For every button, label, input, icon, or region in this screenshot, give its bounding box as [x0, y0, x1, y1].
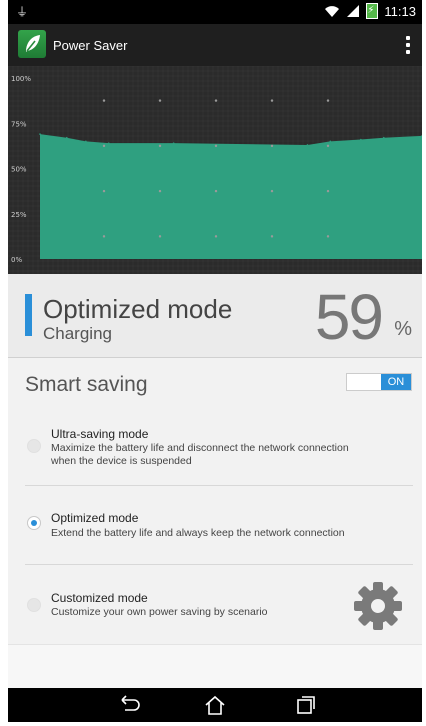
current-mode-panel: Optimized mode Charging 59 %	[8, 274, 422, 358]
battery-data-point	[383, 136, 385, 139]
grid-dot	[214, 235, 218, 238]
grid-dot	[102, 144, 106, 148]
percent-sign: %	[394, 318, 412, 340]
grid-dot	[158, 235, 162, 238]
battery-percent: 59	[314, 281, 384, 353]
smart-saving-toggle[interactable]: ON	[346, 373, 412, 391]
option-desc: Extend the battery life and always keep …	[51, 527, 345, 539]
y-tick-label: 0%	[11, 256, 22, 264]
app-title: Power Saver	[53, 38, 128, 53]
battery-data-point	[329, 140, 332, 143]
smart-saving-label: Smart saving	[25, 373, 148, 396]
option-title: Ultra-saving mode	[51, 427, 149, 441]
wifi-icon	[325, 6, 340, 17]
battery-data-point	[85, 140, 87, 143]
y-tick-label: 100%	[11, 75, 31, 83]
grid-dot	[158, 99, 162, 102]
chart-svg: 100% 75% 50% 25% 0%	[8, 66, 422, 274]
option-desc: Customize your own power saving by scena…	[51, 606, 268, 618]
home-icon[interactable]	[203, 694, 227, 716]
grid-dot	[102, 235, 106, 238]
battery-data-point	[172, 142, 175, 144]
option-desc: Maximize the battery life and disconnect…	[51, 442, 349, 467]
recents-icon[interactable]	[294, 694, 318, 716]
y-tick-label: 25%	[11, 211, 27, 219]
grid-dot	[326, 144, 330, 148]
signal-icon	[347, 5, 360, 17]
grid-dot	[270, 144, 274, 148]
app-frame: ⏚ 11:13 Power Saver 100% 75% 50% 25% 0%	[8, 0, 422, 722]
leaf-app-icon	[18, 30, 46, 58]
toggle-on-label: ON	[381, 374, 411, 390]
bottom-spacer	[8, 644, 422, 688]
mode-accent-bar	[25, 294, 32, 336]
grid-dot	[102, 99, 106, 102]
grid-dot	[214, 99, 218, 102]
gear-icon[interactable]	[352, 580, 404, 632]
grid-dot	[158, 144, 162, 148]
grid-dot	[270, 235, 274, 238]
grid-dot	[326, 189, 330, 193]
more-vert-icon[interactable]	[402, 34, 414, 56]
option-title: Optimized mode	[51, 511, 139, 525]
grid-dot	[270, 99, 274, 102]
option-ultra-saving[interactable]: Ultra-saving mode Maximize the battery l…	[8, 411, 422, 485]
app-bar: Power Saver	[8, 24, 422, 66]
battery-area-series	[40, 134, 422, 259]
grid-dot	[102, 189, 106, 193]
back-icon[interactable]	[116, 694, 140, 716]
battery-charging-icon	[366, 3, 379, 19]
grid-dot	[214, 144, 218, 148]
charging-status: Charging	[43, 324, 112, 343]
status-bar: ⏚ 11:13	[8, 0, 422, 24]
radio-ultra-saving[interactable]	[27, 439, 41, 453]
option-optimized[interactable]: Optimized mode Extend the battery life a…	[8, 486, 422, 564]
grid-dot	[326, 99, 330, 102]
battery-data-point	[107, 142, 110, 144]
usb-icon: ⏚	[16, 5, 29, 19]
radio-customized[interactable]	[27, 598, 41, 612]
option-title: Customized mode	[51, 591, 148, 605]
status-icons: 11:13	[324, 3, 416, 19]
y-tick-label: 50%	[11, 166, 27, 174]
radio-optimized[interactable]	[27, 516, 41, 530]
grid-dot	[158, 189, 162, 193]
grid-dot	[270, 189, 274, 193]
grid-dot	[214, 189, 218, 193]
smart-saving-row: Smart saving ON	[8, 359, 422, 411]
battery-data-point	[65, 136, 68, 139]
status-time: 11:13	[384, 3, 416, 19]
battery-history-chart: 100% 75% 50% 25% 0%	[8, 66, 422, 274]
battery-data-point	[39, 133, 41, 135]
navigation-bar	[8, 688, 422, 722]
mode-title: Optimized mode	[43, 294, 233, 324]
battery-data-point	[306, 144, 309, 146]
grid-dot	[326, 235, 330, 238]
y-tick-label: 75%	[11, 120, 27, 128]
battery-data-point	[360, 138, 362, 141]
